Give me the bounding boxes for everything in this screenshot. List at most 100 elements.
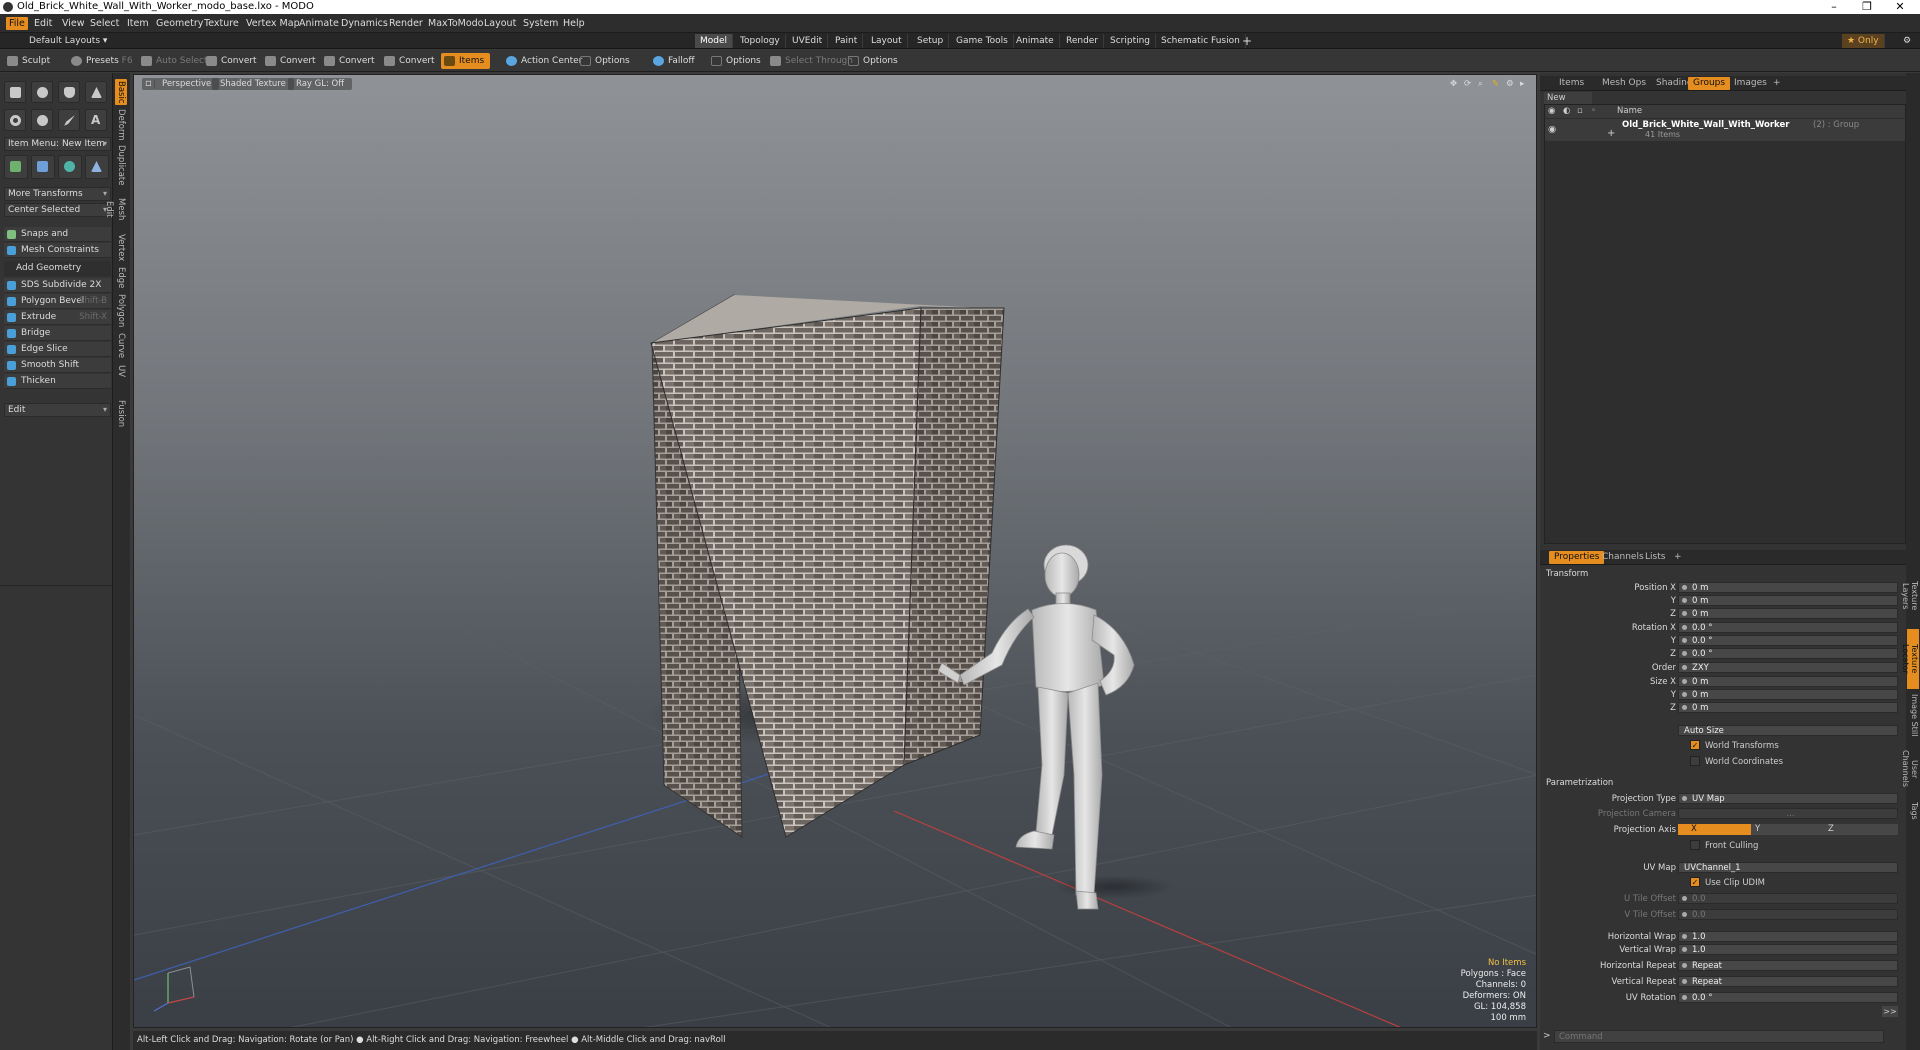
text-tool-icon[interactable]: A: [85, 109, 107, 131]
action-center-button[interactable]: Action Center: [503, 53, 582, 69]
viewport-shading-button[interactable]: Shaded Texture: [212, 78, 294, 90]
viewport-rotate-icon[interactable]: ⟳: [1462, 78, 1473, 90]
vtab-tags[interactable]: Tags: [1907, 801, 1919, 821]
tab-paint[interactable]: Paint: [830, 34, 864, 48]
viewport-expand-icon[interactable]: ▸: [1518, 78, 1526, 90]
tab-mesh-ops[interactable]: Mesh Ops: [1597, 77, 1651, 90]
transform-section[interactable]: Transform: [1546, 569, 1588, 579]
maximize-button[interactable]: ❐: [1853, 0, 1881, 14]
tab-schematic-fusion[interactable]: Schematic Fusion: [1156, 34, 1246, 48]
mesh-constraints-button[interactable]: Mesh Constraints: [4, 243, 111, 258]
menu-system[interactable]: System: [520, 17, 561, 30]
rotation-z-field[interactable]: 0.0 °: [1678, 648, 1898, 659]
tab-render[interactable]: Render: [1061, 34, 1105, 48]
capsule-icon[interactable]: [31, 109, 53, 131]
vtab-polygon[interactable]: Polygon: [115, 293, 127, 329]
vtab-uv[interactable]: UV: [115, 363, 127, 379]
tool-extrude[interactable]: Extrude Shift-X: [4, 310, 111, 325]
vtab-texture-layers[interactable]: Texture Layers: [1901, 567, 1919, 625]
vtab-texture-locator[interactable]: Texture Locator: [1901, 629, 1919, 689]
close-button[interactable]: ✕: [1886, 0, 1914, 14]
group-row[interactable]: ◉ Old_Brick_White_Wall_With_Worker (2) :…: [1545, 119, 1905, 141]
tool-polygon-bevel[interactable]: Polygon Bevel Shift-B: [4, 294, 111, 309]
vtab-vertex[interactable]: Vertex: [115, 233, 127, 263]
falloff-button[interactable]: Falloff: [650, 53, 695, 69]
vtab-image-still[interactable]: Image Still: [1907, 693, 1919, 737]
tab-groups[interactable]: Groups: [1688, 77, 1731, 90]
menu-texture[interactable]: Texture: [201, 17, 242, 30]
world-coordinates-checkbox[interactable]: [1690, 756, 1700, 766]
pen-icon[interactable]: [58, 109, 80, 131]
rotation-x-field[interactable]: 0.0 °: [1678, 622, 1898, 633]
uv-map-dropdown[interactable]: UVChannel_1: [1678, 862, 1898, 873]
layout-gear-icon[interactable]: ⚙: [1898, 34, 1916, 48]
axis-y-option[interactable]: Y: [1751, 824, 1824, 835]
front-culling-checkbox[interactable]: [1690, 840, 1700, 850]
tab-items[interactable]: Items: [1554, 77, 1589, 90]
viewport-gear-icon[interactable]: ⚙: [1504, 78, 1516, 90]
convert-edges-button[interactable]: Convert: [262, 53, 316, 69]
position-y-field[interactable]: 0 m: [1678, 595, 1898, 606]
vtab-deform[interactable]: Deform: [115, 109, 127, 141]
tool-edge-slice[interactable]: Edge Slice: [4, 342, 111, 357]
action-center-options-button[interactable]: Options: [577, 53, 630, 69]
cone-icon[interactable]: [85, 81, 107, 103]
u-tile-offset-field[interactable]: 0.0: [1678, 893, 1898, 904]
position-z-field[interactable]: 0 m: [1678, 608, 1898, 619]
vtab-basic[interactable]: Basic: [115, 79, 127, 105]
visibility-eye-icon[interactable]: ◉: [1548, 124, 1556, 135]
menu-maxtomodo[interactable]: MaxToModo: [425, 17, 487, 30]
tab-topology[interactable]: Topology: [735, 34, 786, 48]
tab-lists[interactable]: Lists: [1640, 551, 1670, 564]
tab-uvedit[interactable]: UVEdit: [787, 34, 829, 48]
menu-file[interactable]: File: [6, 17, 28, 30]
add-geometry-header[interactable]: Add Geometry: [4, 261, 111, 276]
command-input[interactable]: [1554, 1030, 1884, 1043]
viewport-menu-icon[interactable]: ▫: [142, 78, 155, 90]
layout-selector[interactable]: Default Layouts ▾: [5, 34, 112, 48]
scale-icon[interactable]: [85, 155, 109, 179]
order-dropdown[interactable]: ZXY: [1678, 662, 1898, 673]
world-transforms-checkbox[interactable]: ✓: [1690, 740, 1700, 750]
tab-animate[interactable]: Animate: [1011, 34, 1060, 48]
viewport-zoom-icon[interactable]: ⌕: [1476, 78, 1485, 90]
sculpt-button[interactable]: Sculpt: [4, 53, 50, 69]
menu-render[interactable]: Render: [386, 17, 426, 30]
vtab-edge[interactable]: Edge: [115, 267, 127, 289]
only-toggle[interactable]: ★ Only: [1842, 34, 1885, 48]
items-mode-button[interactable]: Items: [441, 53, 491, 69]
item-menu-dropdown[interactable]: Item Menu: New Item: [4, 137, 111, 151]
axis-z-option[interactable]: Z: [1824, 824, 1898, 835]
size-z-field[interactable]: 0 m: [1678, 702, 1898, 713]
viewport-perspective-button[interactable]: Perspective: [154, 78, 220, 90]
grid-icon[interactable]: [31, 155, 55, 179]
uv-rotation-field[interactable]: 0.0 °: [1678, 992, 1898, 1003]
auto-select-button[interactable]: Auto Select: [138, 53, 208, 69]
projection-camera-field[interactable]: ...: [1678, 808, 1898, 819]
menu-select[interactable]: Select: [87, 17, 122, 30]
tool-thicken[interactable]: Thicken: [4, 374, 111, 389]
projection-type-dropdown[interactable]: UV Map: [1678, 793, 1898, 804]
tab-images[interactable]: Images: [1729, 77, 1772, 90]
tab-setup[interactable]: Setup: [912, 34, 950, 48]
more-transforms-dropdown[interactable]: More Transforms: [4, 187, 111, 201]
auto-size-button[interactable]: Auto Size: [1678, 725, 1898, 736]
menu-edit[interactable]: Edit: [31, 17, 55, 30]
presets-button[interactable]: Presets F6: [68, 53, 133, 69]
menu-layout[interactable]: Layout: [481, 17, 519, 30]
menu-dynamics[interactable]: Dynamics: [338, 17, 391, 30]
center-selected-dropdown[interactable]: Center Selected: [4, 203, 111, 217]
vtab-mesh-edit[interactable]: Mesh Edit: [104, 189, 127, 229]
add-scene-tab-button[interactable]: +: [1768, 77, 1786, 90]
rotation-y-field[interactable]: 0.0 °: [1678, 635, 1898, 646]
edit-dropdown[interactable]: Edit: [4, 403, 111, 417]
rotate-icon[interactable]: [58, 155, 82, 179]
tab-layout[interactable]: Layout: [866, 34, 908, 48]
vtab-duplicate[interactable]: Duplicate: [115, 145, 127, 186]
move-icon[interactable]: [4, 155, 28, 179]
use-clip-udim-checkbox[interactable]: ✓: [1690, 877, 1700, 887]
vertical-wrap-field[interactable]: 1.0: [1678, 944, 1898, 955]
select-through-button[interactable]: Select Through: [767, 53, 853, 69]
falloff-options-button[interactable]: Options: [708, 53, 761, 69]
vtab-user-channels[interactable]: User Channels: [1901, 741, 1919, 797]
